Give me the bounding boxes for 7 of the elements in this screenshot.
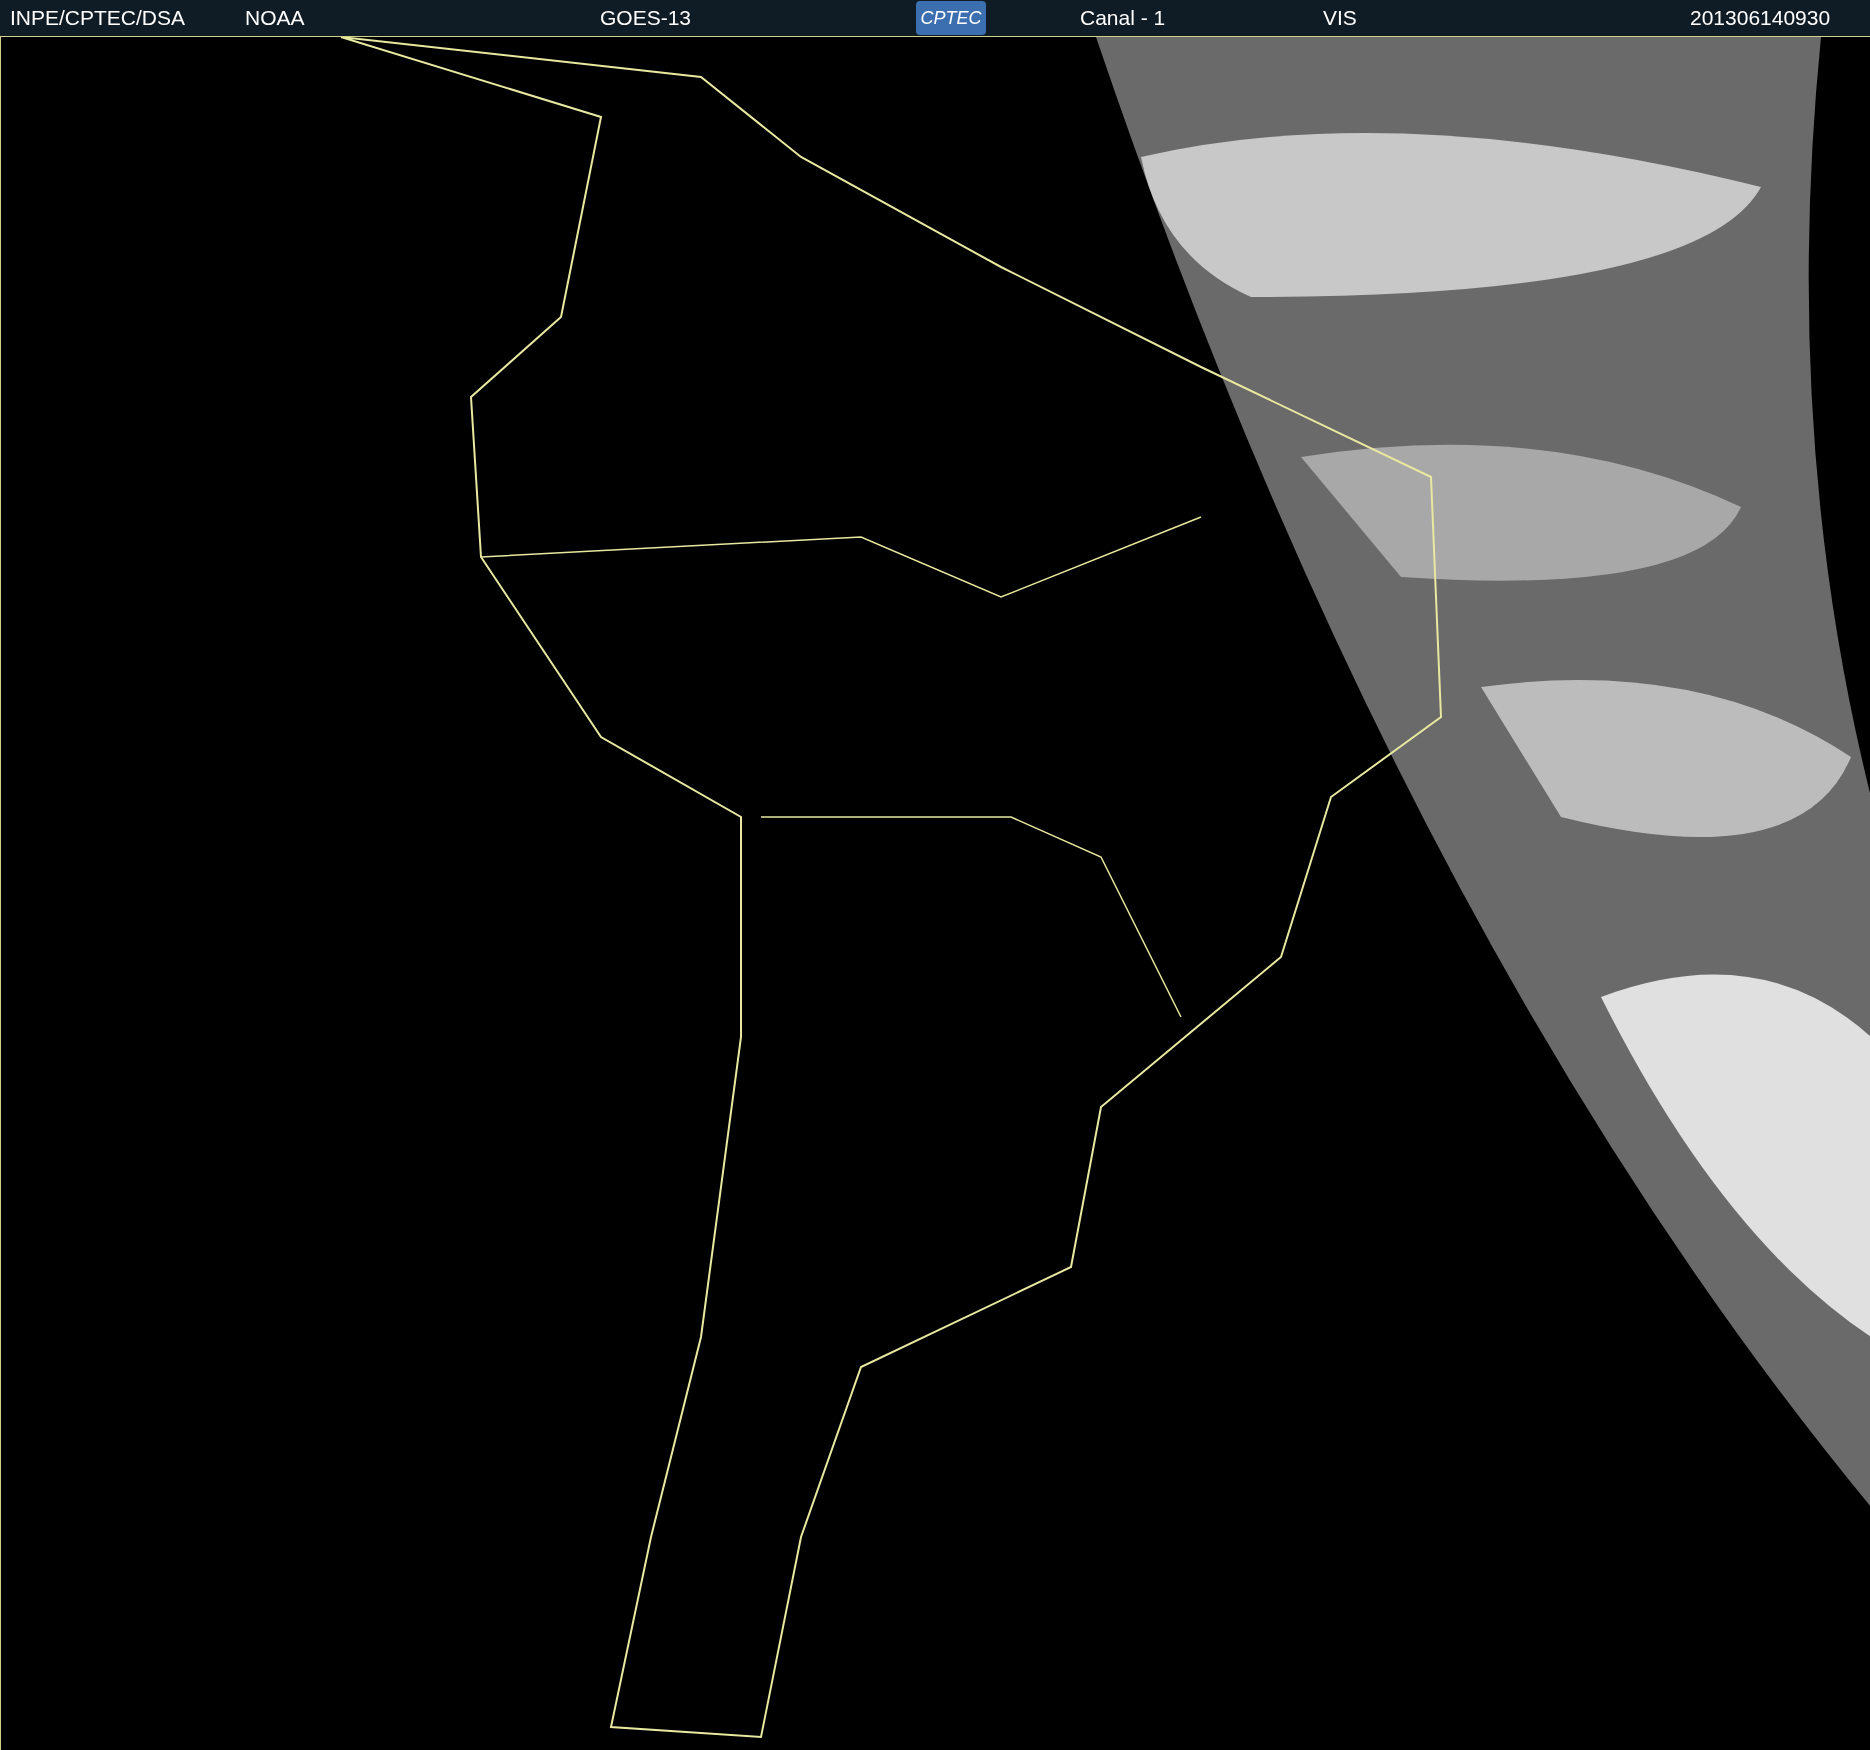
- header-label: INPE/CPTEC/DSA: [10, 5, 186, 32]
- header-label: Canal - 1: [1080, 5, 1166, 32]
- header-label: VIS: [1323, 5, 1357, 32]
- header-label: 201306140930: [1690, 5, 1831, 32]
- logo: CPTEC: [916, 1, 986, 35]
- header-label: NOAA: [245, 5, 305, 32]
- header-label: GOES-13: [600, 5, 692, 32]
